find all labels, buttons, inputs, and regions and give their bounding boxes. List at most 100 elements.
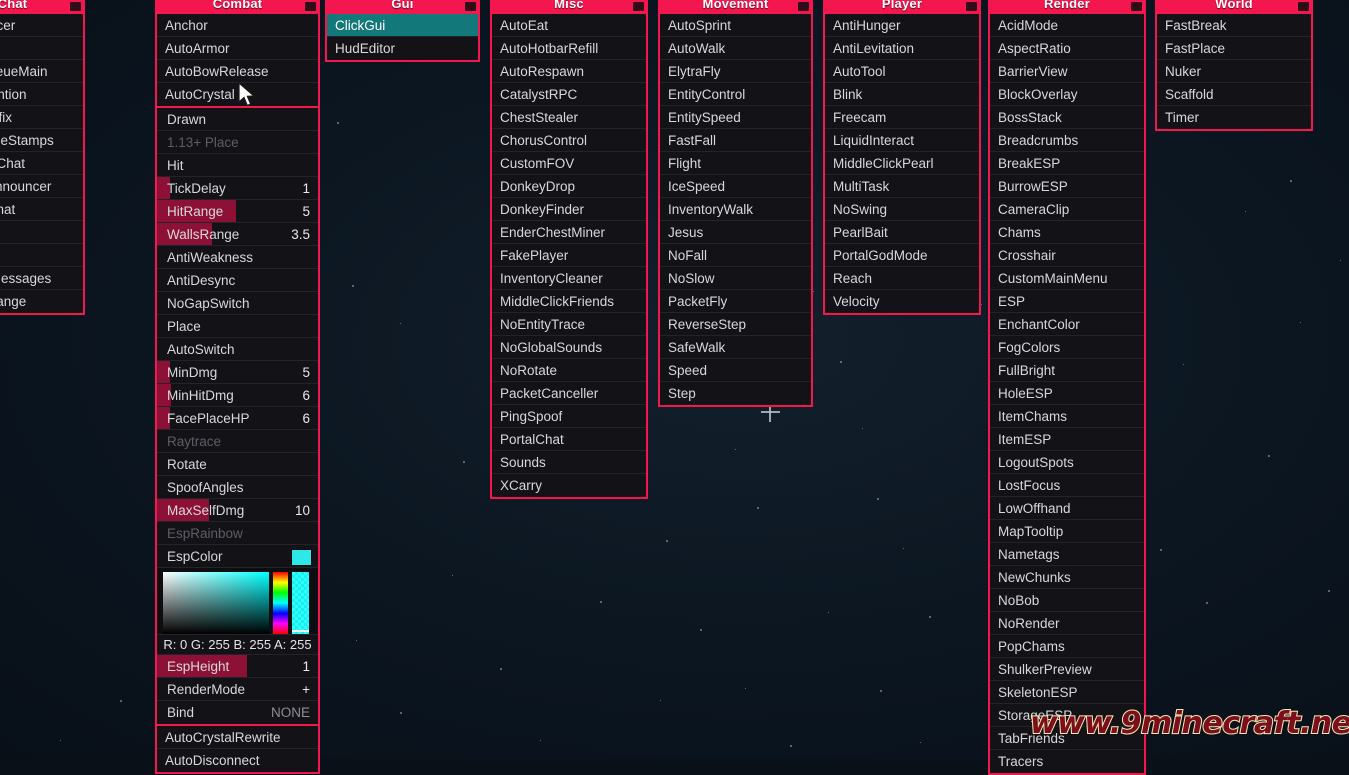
module-row-packetcanceller[interactable]: PacketCanceller [492,382,646,405]
module-row-aspectratio[interactable]: AspectRatio [990,37,1144,60]
module-row-itemchams[interactable]: ItemChams [990,405,1144,428]
module-row-norender[interactable]: NoRender [990,612,1144,635]
panel-header-gui[interactable]: Gui [325,0,480,14]
module-row-reversestep[interactable]: ReverseStep [660,313,811,336]
module-row-nametags[interactable]: Nametags [990,543,1144,566]
panel-header-combat[interactable]: Combat [155,0,320,14]
module-row-tickdelay[interactable]: TickDelay 1 [157,177,318,200]
module-row-maptooltip[interactable]: MapTooltip [990,520,1144,543]
module-row-nogapswitch[interactable]: NoGapSwitch [157,292,318,315]
module-row-multitask[interactable]: MultiTask [825,175,979,198]
module-row-hitrange[interactable]: HitRange 5 [157,200,318,223]
module-row-antilevitation[interactable]: AntiLevitation [825,37,979,60]
module-row-autobowrelease[interactable]: AutoBowRelease [157,60,318,83]
hue-slider[interactable] [273,572,288,634]
module-row-norotate[interactable]: NoRotate [492,359,646,382]
module-row-crosshair[interactable]: Crosshair [990,244,1144,267]
module-row-newchunks[interactable]: NewChunks [990,566,1144,589]
module-row-autoarmor[interactable]: AutoArmor [157,37,318,60]
module-row-skeletonesp[interactable]: SkeletonESP [990,681,1144,704]
module-row-barrierview[interactable]: BarrierView [990,60,1144,83]
module-row-visualrange[interactable]: VisualRange [0,290,83,313]
module-row-safewalk[interactable]: SafeWalk [660,336,811,359]
module-row-flight[interactable]: Flight [660,152,811,175]
module-row-esprainbow[interactable]: EspRainbow [157,522,318,545]
module-row-esp[interactable]: ESP [990,290,1144,313]
module-row-nofall[interactable]: NoFall [660,244,811,267]
module-row-clickgui[interactable]: ClickGui [327,14,478,37]
panel-header-world[interactable]: World [1155,0,1313,14]
module-row-blockoverlay[interactable]: BlockOverlay [990,83,1144,106]
module-row-cameraclip[interactable]: CameraClip [990,198,1144,221]
module-row-hit[interactable]: Hit [157,154,318,177]
module-row-donkeyfinder[interactable]: DonkeyFinder [492,198,646,221]
panel-header-chat[interactable]: Chat [0,0,85,14]
module-row-wallsrange[interactable]: WallsRange 3.5 [157,223,318,246]
module-row-fastfall[interactable]: FastFall [660,129,811,152]
module-row-nochat[interactable]: NoChat [0,244,83,267]
module-row-lowoffhand[interactable]: LowOffhand [990,497,1144,520]
module-row-chams[interactable]: Chams [990,221,1144,244]
panel-collapse-icon[interactable] [1298,2,1309,11]
module-row-jesus[interactable]: Jesus [660,221,811,244]
module-row-inventorycleaner[interactable]: InventoryCleaner [492,267,646,290]
module-row-step[interactable]: Step [660,382,811,405]
module-row-chattimestamps[interactable]: ChatTimeStamps [0,129,83,152]
module-row-fancychat[interactable]: FancyChat [0,198,83,221]
module-row-customfov[interactable]: CustomFOV [492,152,646,175]
module-row-autotool[interactable]: AutoTool [825,60,979,83]
module-row-portalchat[interactable]: PortalChat [492,428,646,451]
module-row-noswing[interactable]: NoSwing [825,198,979,221]
module-row-fullbright[interactable]: FullBright [990,359,1144,382]
module-row-itemesp[interactable]: ItemESP [990,428,1144,451]
module-row-icespeed[interactable]: IceSpeed [660,175,811,198]
module-row-reach[interactable]: Reach [825,267,979,290]
panel-header-player[interactable]: Player [823,0,981,14]
module-row-espcolor[interactable]: EspColor [157,545,318,568]
module-row-hudeditor[interactable]: HudEditor [327,37,478,60]
module-row-catalystrpc[interactable]: CatalystRPC [492,83,646,106]
module-row-spoofangles[interactable]: SpoofAngles [157,476,318,499]
module-row-sounds[interactable]: Sounds [492,451,646,474]
module-row-pingspoof[interactable]: PingSpoof [492,405,646,428]
module-row-lostfocus[interactable]: LostFocus [990,474,1144,497]
color-swatch[interactable] [291,549,312,566]
module-row-shulkerpreview[interactable]: ShulkerPreview [990,658,1144,681]
module-row-speed[interactable]: Speed [660,359,811,382]
module-row-xcarry[interactable]: XCarry [492,474,646,497]
module-row-mindmg[interactable]: MinDmg 5 [157,361,318,384]
module-row-autorespawn[interactable]: AutoRespawn [492,60,646,83]
module-row-fogcolors[interactable]: FogColors [990,336,1144,359]
module-row-1-13-place[interactable]: 1.13+ Place [157,131,318,154]
module-row-fastplace[interactable]: FastPlace [1157,37,1311,60]
module-row-middleclickpearl[interactable]: MiddleClickPearl [825,152,979,175]
module-row-scaffold[interactable]: Scaffold [1157,83,1311,106]
module-row-autoeat[interactable]: AutoEat [492,14,646,37]
module-row-timer[interactable]: Timer [1157,106,1311,129]
module-row-enderchestminer[interactable]: EnderChestMiner [492,221,646,244]
module-row-espheight[interactable]: EspHeight 1 [157,655,318,678]
module-row-rotate[interactable]: Rotate [157,453,318,476]
module-row-tracers[interactable]: Tracers [990,750,1144,773]
module-row-custommainmenu[interactable]: CustomMainMenu [990,267,1144,290]
module-row-elytrafly[interactable]: ElytraFly [660,60,811,83]
module-row-cheststealer[interactable]: ChestStealer [492,106,646,129]
panel-collapse-icon[interactable] [798,2,809,11]
panel-collapse-icon[interactable] [633,2,644,11]
panel-header-movement[interactable]: Movement [658,0,813,14]
panel-collapse-icon[interactable] [70,2,81,11]
module-row-chatsuffix[interactable]: ChatSuffix [0,106,83,129]
module-row-nobob[interactable]: NoBob [990,589,1144,612]
module-row-noentitytrace[interactable]: NoEntityTrace [492,313,646,336]
module-row-togglemessages[interactable]: ToggleMessages [0,267,83,290]
module-row-freecam[interactable]: Freecam [825,106,979,129]
module-row-popchams[interactable]: PopChams [990,635,1144,658]
panel-header-misc[interactable]: Misc [490,0,648,14]
panel-collapse-icon[interactable] [465,2,476,11]
module-row-place[interactable]: Place [157,315,318,338]
module-row-entityspeed[interactable]: EntitySpeed [660,106,811,129]
module-row-bossstack[interactable]: BossStack [990,106,1144,129]
module-row-breadcrumbs[interactable]: Breadcrumbs [990,129,1144,152]
module-row-antidesync[interactable]: AntiDesync [157,269,318,292]
module-row-portalgodmode[interactable]: PortalGodMode [825,244,979,267]
